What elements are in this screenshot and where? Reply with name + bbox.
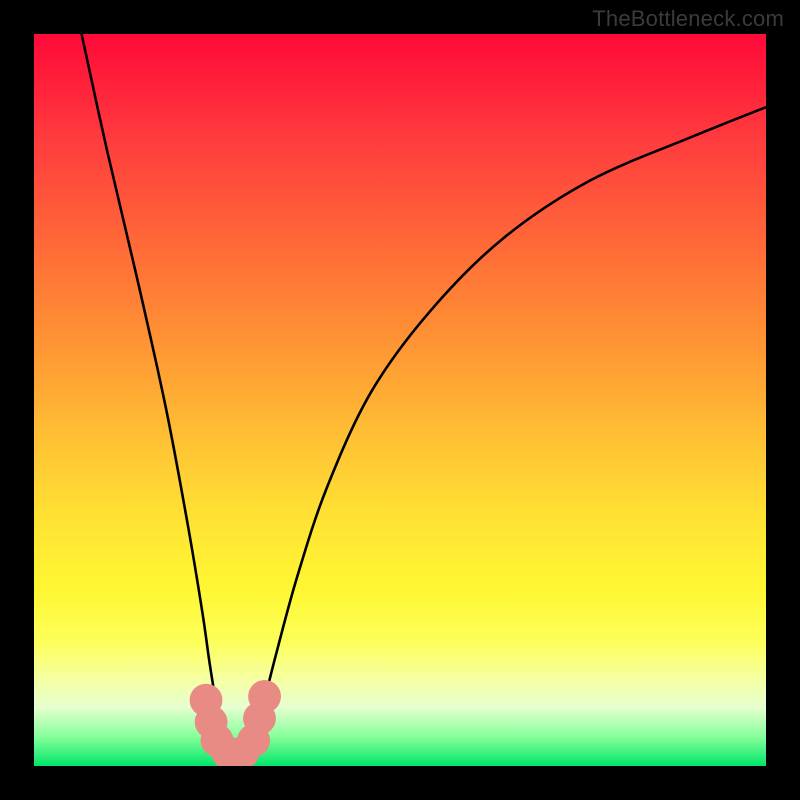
curve-markers (190, 680, 281, 766)
bottleneck-curve (82, 34, 766, 760)
curve-marker (248, 680, 281, 713)
watermark-text: TheBottleneck.com (592, 6, 784, 32)
plot-area (34, 34, 766, 766)
curve-layer (34, 34, 766, 766)
bottleneck-curve-path (82, 34, 766, 760)
chart-frame: TheBottleneck.com (0, 0, 800, 800)
